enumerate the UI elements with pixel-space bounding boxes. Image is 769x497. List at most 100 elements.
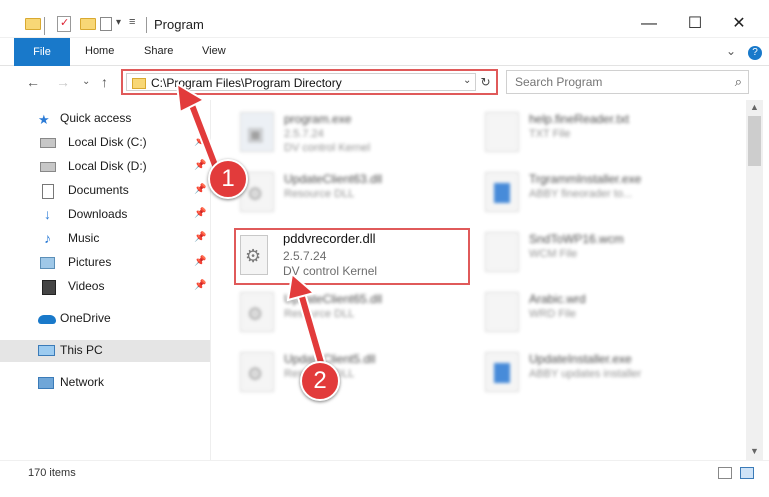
sidebar-item-this-pc[interactable]: This PC	[0, 340, 210, 362]
sidebar-item-network[interactable]: Network	[0, 372, 210, 394]
file-name: UpdateClient63.dll	[284, 172, 383, 186]
status-bar: 170 items	[0, 460, 769, 497]
tab-view[interactable]: View	[202, 45, 226, 57]
file-item[interactable]: ▣ program.exe 2.5.7.24 DV control Kernel	[236, 106, 476, 156]
installer-file-icon	[485, 172, 519, 212]
file-name: program.exe	[284, 112, 352, 126]
sidebar-item-label: Local Disk (D:)	[68, 159, 147, 173]
sidebar-item-quick-access[interactable]: ★ Quick access	[0, 108, 210, 130]
sidebar-item-local-disk-d[interactable]: Local Disk (D:) 📌	[0, 156, 210, 178]
file-name: Arabic.wrd	[529, 292, 586, 306]
up-button[interactable]: ↑	[101, 74, 108, 90]
close-button[interactable]: ✕	[716, 10, 762, 38]
pin-icon[interactable]: 📌	[194, 232, 206, 243]
pin-icon[interactable]: 📌	[194, 256, 206, 267]
sidebar-item-documents[interactable]: Documents 📌	[0, 180, 210, 202]
pin-icon[interactable]: 📌	[194, 160, 206, 171]
title-bar: ✓ ▾ ≡ Program — ☐ ✕	[0, 0, 769, 38]
cloud-icon	[38, 315, 56, 324]
quick-access-dropdown-icon[interactable]: ▾	[116, 17, 121, 28]
recent-locations-button[interactable]: ⌄	[82, 76, 90, 87]
window-title: Program	[154, 17, 204, 32]
file-item[interactable]: ⚙ UpdateClient65.dll Resource DLL	[236, 286, 476, 336]
file-name: UpdateInstaller.exe	[529, 352, 632, 366]
videos-icon	[42, 280, 56, 295]
tab-share[interactable]: Share	[144, 45, 173, 57]
sidebar-item-local-disk-c[interactable]: Local Disk (C:) 📌	[0, 132, 210, 154]
download-icon: ↓	[44, 206, 51, 222]
pictures-icon	[40, 257, 55, 269]
sidebar-item-label: Network	[60, 375, 105, 389]
minimize-button[interactable]: —	[626, 10, 672, 38]
back-button[interactable]: ←	[26, 74, 40, 90]
scroll-thumb[interactable]	[748, 116, 761, 166]
sidebar-item-label: Music	[68, 231, 100, 245]
file-item[interactable]: UpdateInstaller.exe ABBY updates install…	[481, 346, 721, 396]
properties-icon[interactable]: ✓	[57, 16, 71, 32]
address-bar[interactable]: C:\Program Files\Program Directory ⌄	[126, 73, 476, 91]
search-input[interactable]	[515, 74, 725, 90]
file-type: ABBY updates installer	[529, 368, 642, 380]
drive-icon	[40, 162, 56, 172]
item-count: 170 items	[28, 467, 76, 479]
file-item[interactable]: help.fineReader.txt TXT File	[481, 106, 721, 156]
text-file-icon	[485, 112, 519, 152]
address-dropdown-icon[interactable]: ⌄	[463, 75, 471, 86]
pin-icon[interactable]: 📌	[194, 208, 206, 219]
sidebar-item-music[interactable]: ♪ Music 📌	[0, 228, 210, 250]
sidebar-item-label: Pictures	[68, 255, 112, 269]
sidebar-item-label: This PC	[60, 343, 103, 357]
sidebar-item-videos[interactable]: Videos 📌	[0, 276, 210, 298]
file-type: ABBY fineorader to...	[529, 188, 633, 200]
file-version: 2.5.7.24	[284, 128, 324, 140]
file-description: DV control Kernel	[284, 142, 371, 154]
forward-button[interactable]: →	[56, 74, 70, 90]
search-icon[interactable]: ⌕	[735, 74, 742, 90]
file-item[interactable]: Arabic.wrd WRD File	[481, 286, 721, 336]
file-name: SndToWP16.wcm	[529, 232, 624, 246]
network-icon	[38, 377, 54, 389]
vertical-scrollbar[interactable]: ▲ ▼	[746, 100, 763, 460]
details-view-icon[interactable]	[718, 467, 732, 479]
sidebar-item-label: Quick access	[60, 111, 132, 125]
sidebar-item-label: Downloads	[68, 207, 128, 221]
pin-icon[interactable]: 📌	[194, 280, 206, 291]
address-path[interactable]: C:\Program Files\Program Directory	[151, 76, 342, 90]
file-name: TrgrammInstaller.exe	[529, 172, 642, 186]
star-icon: ★	[38, 112, 50, 127]
refresh-button[interactable]: ↻	[475, 73, 495, 91]
file-item[interactable]: TrgrammInstaller.exe ABBY fineorader to.…	[481, 166, 721, 216]
sidebar-item-label: OneDrive	[60, 311, 111, 325]
file-item[interactable]: ⚙ UpdateClient5.dll Resource DLL	[236, 346, 476, 396]
customize-icon[interactable]	[100, 17, 112, 31]
sidebar-item-label: Documents	[68, 183, 129, 197]
file-type: Resource DLL	[284, 188, 355, 200]
folder-icon	[132, 78, 146, 89]
large-icons-view-icon[interactable]	[740, 467, 754, 479]
installer-file-icon	[485, 352, 519, 392]
pin-icon[interactable]: 📌	[194, 136, 206, 147]
sidebar-item-downloads[interactable]: ↓ Downloads 📌	[0, 204, 210, 226]
maximize-button[interactable]: ☐	[672, 10, 718, 38]
annotation-badge-2: 2	[300, 361, 340, 401]
sidebar-item-pictures[interactable]: Pictures 📌	[0, 252, 210, 274]
drive-icon	[40, 138, 56, 148]
tab-file[interactable]: File	[14, 38, 70, 66]
expand-ribbon-icon[interactable]: ⌄	[726, 44, 736, 58]
help-icon[interactable]: ?	[748, 46, 762, 60]
scroll-down-icon[interactable]: ▼	[750, 446, 759, 456]
file-item[interactable]: SndToWP16.wcm WCM File	[481, 226, 721, 276]
tab-home[interactable]: Home	[85, 45, 114, 57]
file-name: UpdateClient65.dll	[284, 292, 383, 306]
scroll-up-icon[interactable]: ▲	[750, 102, 759, 112]
text-file-icon	[485, 232, 519, 272]
folder-icon	[25, 18, 41, 30]
file-item[interactable]: ⚙ UpdateClient63.dll Resource DLL	[236, 166, 476, 216]
search-box[interactable]: ⌕	[506, 70, 749, 94]
file-type: TXT File	[529, 128, 571, 140]
ribbon-tabs: File Home Share View ⌄ ?	[0, 38, 769, 66]
sidebar-item-onedrive[interactable]: OneDrive	[0, 308, 210, 330]
new-folder-icon[interactable]	[80, 18, 96, 30]
pin-icon[interactable]: 📌	[194, 184, 206, 195]
quick-access-toolbar-menu-icon[interactable]: ≡	[129, 16, 135, 28]
